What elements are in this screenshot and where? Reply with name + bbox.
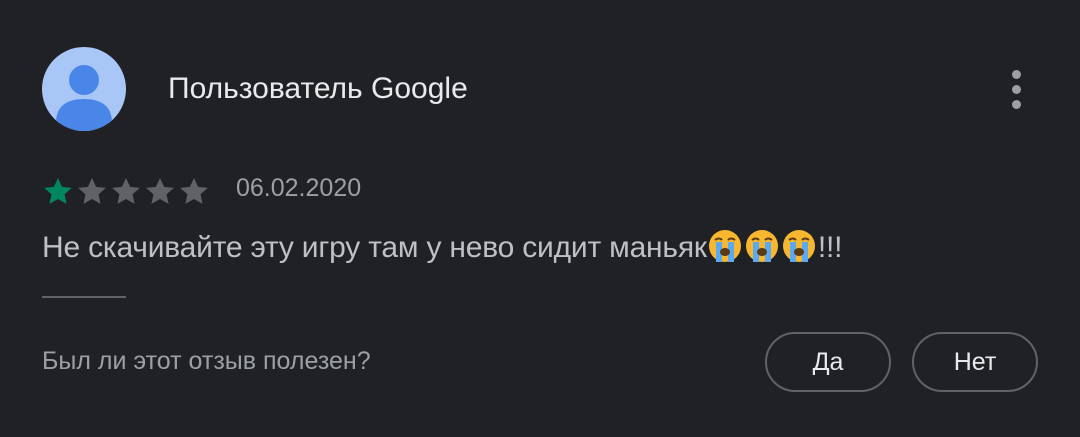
review-text-line: Не скачивайте эту игру там у нево сидит … <box>42 228 842 265</box>
star-empty-icon <box>75 176 109 206</box>
loudly-crying-face-icon <box>744 228 780 264</box>
emoji-group <box>707 228 818 264</box>
review-date: 06.02.2020 <box>236 174 362 202</box>
divider <box>42 296 126 298</box>
star-empty-icon <box>143 176 177 206</box>
star-filled-icon <box>41 176 75 206</box>
no-button[interactable]: Нет <box>912 332 1038 392</box>
review-card: Пользователь Google 06.02.2020 Не скачив… <box>0 0 1080 437</box>
star-empty-icon <box>177 176 211 206</box>
yes-button[interactable]: Да <box>765 332 891 392</box>
star-empty-icon <box>109 176 143 206</box>
more-vert-icon[interactable] <box>1000 66 1034 114</box>
review-text-suffix: !!! <box>817 231 843 264</box>
loudly-crying-face-icon <box>707 228 743 264</box>
star-rating <box>41 176 211 206</box>
avatar-icon <box>42 47 126 131</box>
reviewer-name: Пользователь Google <box>168 72 468 105</box>
loudly-crying-face-icon <box>781 228 817 264</box>
helpful-question: Был ли этот отзыв полезен? <box>42 347 371 375</box>
review-text: Не скачивайте эту игру там у нево сидит … <box>42 231 707 264</box>
